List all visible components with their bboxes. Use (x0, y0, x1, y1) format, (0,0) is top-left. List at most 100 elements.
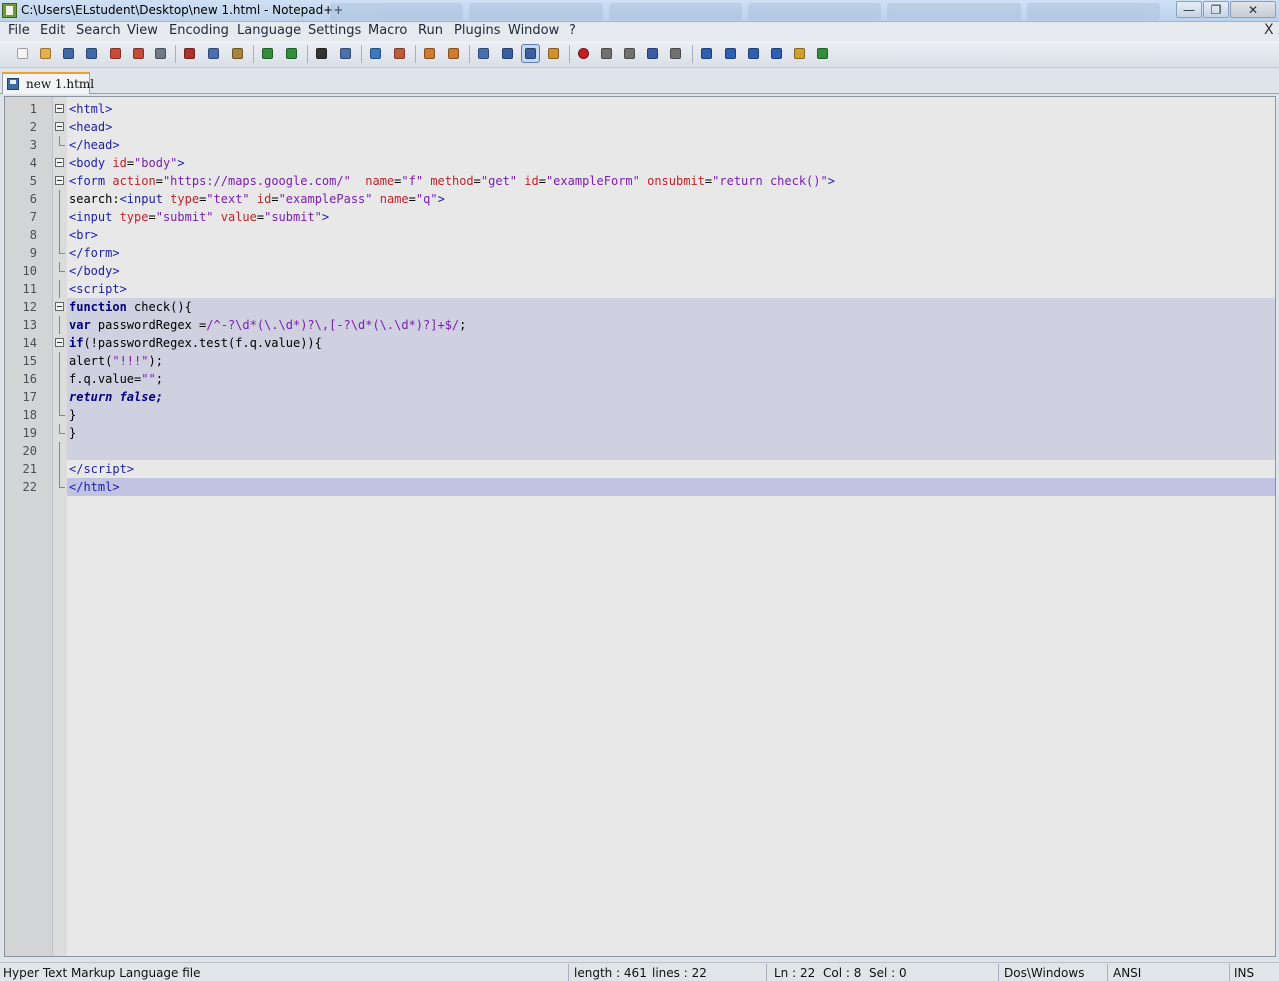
code-line[interactable]: 7 <input type="submit" value="submit"> (30, 208, 1275, 226)
fold-toggle-icon[interactable] (55, 302, 64, 311)
menu-plugins[interactable]: Plugins (454, 23, 501, 38)
line-number: 19 (22, 426, 37, 440)
collapse-icon[interactable] (698, 45, 715, 62)
code-line[interactable]: 11 <script> (23, 280, 1275, 298)
code-line[interactable]: 15 alert("!!!"); (23, 352, 1275, 370)
status-divider (1229, 964, 1230, 981)
status-eol[interactable]: Dos\Windows (1004, 966, 1084, 980)
code-line[interactable]: 12 function check(){ (23, 298, 1275, 316)
code-text: </head> (69, 138, 120, 152)
new-file-icon[interactable] (14, 45, 31, 62)
paste-icon[interactable] (229, 45, 246, 62)
cut-icon[interactable] (181, 45, 198, 62)
code-line[interactable]: 10 </body> (23, 262, 1275, 280)
code-line[interactable]: 13 var passwordRegex =/^-?\d*(\.\d*)?\,[-… (23, 316, 1275, 334)
code-line[interactable]: 9 </form> (30, 244, 1275, 262)
save-icon[interactable] (60, 45, 77, 62)
code-line[interactable]: 18} (23, 406, 1275, 424)
menu-language[interactable]: Language (237, 23, 301, 38)
zoom-in-icon[interactable] (367, 45, 384, 62)
line-number: 6 (29, 192, 37, 206)
run-macro-multiple-icon[interactable] (644, 45, 661, 62)
stop-macro-icon[interactable] (598, 45, 615, 62)
fold-margin[interactable] (53, 97, 67, 956)
code-line[interactable]: 17 return false; (23, 388, 1275, 406)
line-number: 4 (29, 156, 37, 170)
minimize-button[interactable]: — (1176, 1, 1202, 18)
code-line[interactable]: 19} (23, 424, 1275, 442)
code-line[interactable]: 14 if(!passwordRegex.test(f.q.value)){ (23, 334, 1275, 352)
print-icon[interactable] (152, 45, 169, 62)
find-icon[interactable] (313, 45, 330, 62)
code-text: </html> (69, 480, 120, 494)
code-line[interactable]: 20 (23, 442, 1275, 460)
word-wrap-icon[interactable] (475, 45, 492, 62)
menu-window[interactable]: Window (508, 23, 559, 38)
user-lang-icon[interactable] (545, 45, 562, 62)
code-line[interactable]: 8 <br> (30, 226, 1275, 244)
code-line[interactable]: 21 </script> (23, 460, 1275, 478)
save-macro-icon[interactable] (667, 45, 684, 62)
close-all-icon[interactable] (130, 45, 147, 62)
code-line[interactable]: 16 f.q.value=""; (23, 370, 1275, 388)
fold-guide-line (59, 370, 60, 388)
menu-encoding[interactable]: Encoding (169, 23, 229, 38)
fold-toggle-icon[interactable] (55, 158, 64, 167)
status-col: Col : 8 (823, 966, 862, 980)
expand-icon[interactable] (768, 45, 785, 62)
menu-edit[interactable]: Edit (40, 23, 65, 38)
zoom-out-icon[interactable] (391, 45, 408, 62)
code-line[interactable]: 1 <html> (30, 100, 1275, 118)
close-icon[interactable] (107, 45, 124, 62)
copy-icon[interactable] (205, 45, 222, 62)
close-window-button[interactable]: ✕ (1230, 1, 1276, 18)
title-bar[interactable]: C:\Users\ELstudent\Desktop\new 1.html - … (0, 0, 1279, 22)
spellcheck-icon[interactable] (814, 45, 831, 62)
code-text: } (69, 408, 77, 422)
menu-file[interactable]: File (8, 23, 30, 38)
replace-icon[interactable] (337, 45, 354, 62)
play-macro-icon[interactable] (621, 45, 638, 62)
arrow-down-icon[interactable] (745, 45, 762, 62)
code-line[interactable]: 3 </head> (30, 136, 1275, 154)
menu-help[interactable]: ? (569, 23, 576, 38)
menu-run[interactable]: Run (418, 23, 443, 38)
fold-guide-line (59, 208, 60, 226)
arrow-up-icon[interactable] (722, 45, 739, 62)
code-line[interactable]: 22 </html> (23, 478, 1275, 496)
undo-icon[interactable] (259, 45, 276, 62)
fold-toggle-icon[interactable] (55, 122, 64, 131)
status-mode[interactable]: INS (1234, 966, 1254, 980)
menu-macro[interactable]: Macro (368, 23, 407, 38)
code-line[interactable]: 6 search:<input type="text" id="examplePa… (30, 190, 1275, 208)
status-encoding[interactable]: ANSI (1113, 966, 1141, 980)
code-editor[interactable]: 1 <html> 2 <head> 3 </head> 4 <body id="body"> 5… (4, 96, 1276, 957)
code-area[interactable]: 1 <html> 2 <head> 3 </head> 4 <body id="body"> 5… (23, 100, 1275, 496)
line-number: 2 (29, 120, 37, 134)
sync-vertical-icon[interactable] (421, 45, 438, 62)
code-line[interactable]: 5 <form action="https://maps.google.com/"… (30, 172, 1275, 190)
maximize-button[interactable]: ❐ (1203, 1, 1229, 18)
code-line[interactable]: 2 <head> (30, 118, 1275, 136)
close-document-button[interactable]: X (1264, 22, 1274, 38)
line-number: 11 (22, 282, 37, 296)
tab-new-1-html[interactable]: new 1.html (2, 72, 94, 94)
folder-icon[interactable] (791, 45, 808, 62)
record-macro-icon[interactable] (575, 45, 592, 62)
menu-search[interactable]: Search (76, 23, 121, 38)
code-line[interactable]: 4 <body id="body"> (30, 154, 1275, 172)
open-file-icon[interactable] (37, 45, 54, 62)
sync-horizontal-icon[interactable] (445, 45, 462, 62)
tab-label: new 1.html (26, 77, 95, 91)
fold-toggle-icon[interactable] (55, 338, 64, 347)
save-all-icon[interactable] (83, 45, 100, 62)
menu-settings[interactable]: Settings (308, 23, 361, 38)
indent-guide-icon[interactable] (521, 44, 540, 63)
menu-view[interactable]: View (127, 23, 158, 38)
fold-toggle-icon[interactable] (55, 104, 64, 113)
line-number: 13 (22, 318, 37, 332)
notepadpp-app-icon[interactable] (2, 3, 17, 18)
fold-toggle-icon[interactable] (55, 176, 64, 185)
redo-icon[interactable] (283, 45, 300, 62)
show-all-chars-icon[interactable] (499, 45, 516, 62)
